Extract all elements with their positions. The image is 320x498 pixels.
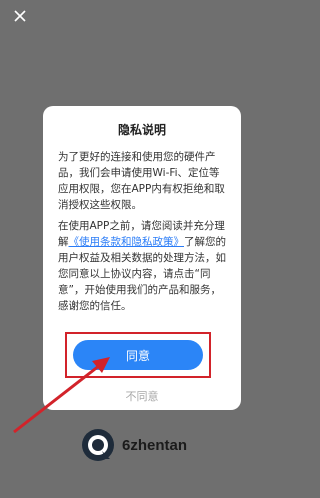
agree-highlight-box: 同意 [65,332,211,378]
agree-button[interactable]: 同意 [73,340,203,370]
disagree-button[interactable]: 不同意 [43,388,241,404]
privacy-dialog: 隐私说明 为了更好的连接和使用您的硬件产品，我们会申请使用Wi-Fi、定位等应用… [43,106,241,410]
dialog-title: 隐私说明 [117,123,166,137]
close-icon[interactable] [12,8,28,24]
brand-logo-icon [82,429,114,461]
brand-footer: 6zhentan [80,427,187,463]
brand-name: 6zhentan [122,436,188,454]
terms-notice-text: 在使用APP之前，请您阅读并充分理解《使用条款和隐私政策》了解您的用户权益及相关… [58,218,229,314]
permission-notice-text: 为了更好的连接和使用您的硬件产品，我们会申请使用Wi-Fi、定位等应用权限，您在… [58,151,225,211]
terms-privacy-link[interactable]: 《使用条款和隐私政策》 [69,236,185,248]
